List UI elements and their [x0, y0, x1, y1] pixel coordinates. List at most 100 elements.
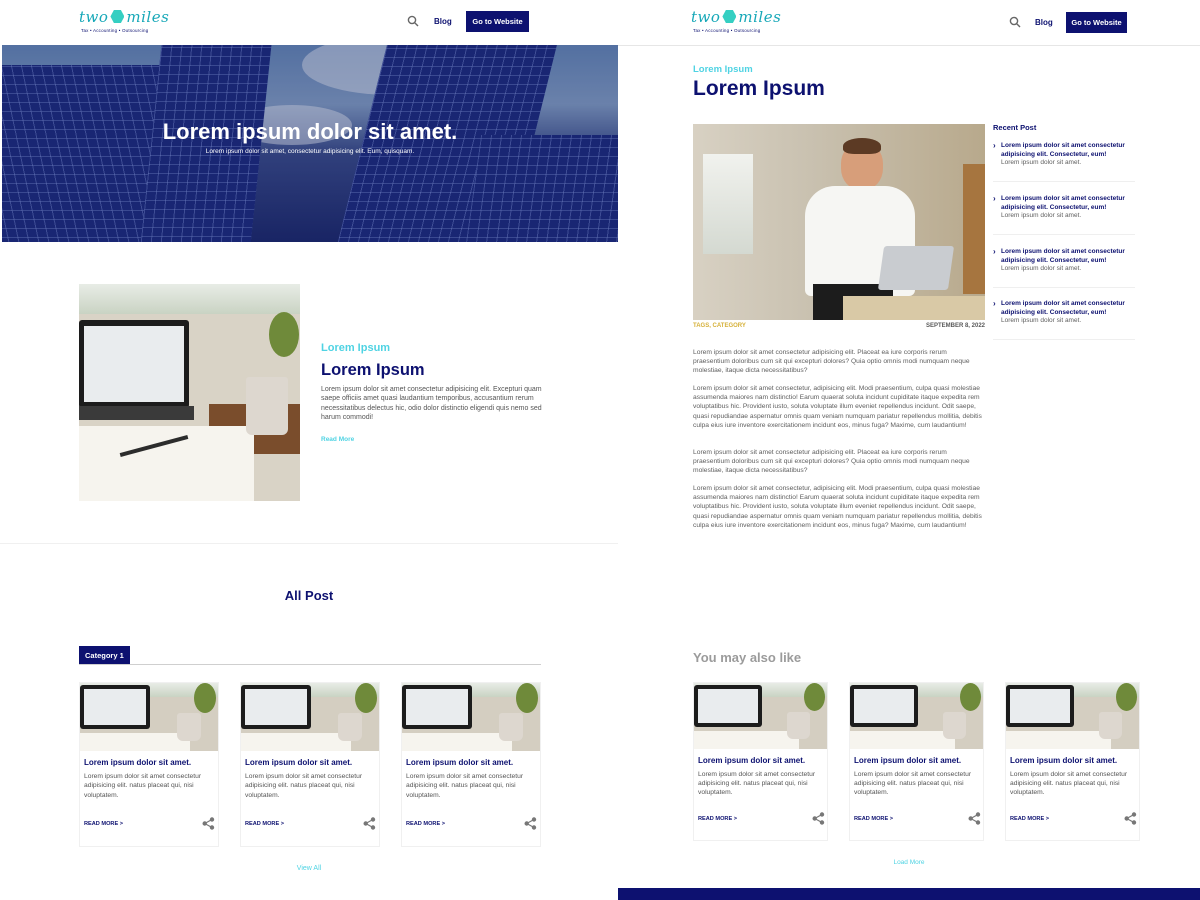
recent-post-item[interactable]: › Lorem ipsum dolor sit amet consectetur… — [993, 299, 1135, 340]
image-laptop-screen — [406, 689, 468, 725]
post-card[interactable]: Lorem ipsum dolor sit amet. Lorem ipsum … — [849, 682, 984, 841]
image-laptop-screen — [1010, 689, 1070, 723]
logo[interactable]: two miles Tax • Accounting • Outsourcing — [79, 8, 169, 33]
search-icon[interactable] — [1009, 16, 1021, 28]
featured-post-image[interactable] — [79, 284, 300, 501]
go-to-website-button[interactable]: Go to Website — [1066, 12, 1127, 33]
hero-banner: Lorem ipsum dolor sit amet. Lorem ipsum … — [2, 45, 618, 242]
image-plant — [194, 683, 216, 713]
post-paragraph: Lorem ipsum dolor sit amet consectetur, … — [693, 485, 982, 529]
read-more-link[interactable]: READ MORE > — [1010, 816, 1049, 822]
image-plant — [804, 683, 825, 711]
recent-post-excerpt: Lorem ipsum dolor sit amet. — [1001, 317, 1082, 324]
image-mug — [787, 712, 810, 739]
post-card-title[interactable]: Lorem ipsum dolor sit amet. — [1010, 756, 1117, 765]
recent-post-item[interactable]: › Lorem ipsum dolor sit amet consectetur… — [993, 194, 1135, 235]
go-to-website-button[interactable]: Go to Website — [466, 11, 529, 32]
image-notebook — [694, 731, 799, 749]
tab-category-1[interactable]: Category 1 — [79, 646, 130, 664]
hero-title: Lorem ipsum dolor sit amet. — [162, 119, 458, 144]
blog-home-panel: two miles Tax • Accounting • Outsourcing … — [0, 0, 618, 900]
recent-post-item[interactable]: › Lorem ipsum dolor sit amet consectetur… — [993, 141, 1135, 182]
recent-post-title[interactable]: Lorem ipsum dolor sit amet consectetur a… — [1001, 194, 1135, 212]
image-notebook — [241, 733, 351, 751]
read-more-link[interactable]: READ MORE > — [698, 816, 737, 822]
post-card-image[interactable] — [402, 683, 540, 751]
post-card-excerpt: Lorem ipsum dolor sit amet consectetur a… — [698, 771, 816, 796]
post-card-title[interactable]: Lorem ipsum dolor sit amet. — [854, 756, 961, 765]
post-card-title[interactable]: Lorem ipsum dolor sit amet. — [698, 756, 805, 765]
image-notebook — [1006, 731, 1111, 749]
post-card-excerpt: Lorem ipsum dolor sit amet consectetur a… — [1010, 771, 1128, 796]
share-icon[interactable] — [363, 817, 376, 830]
image-notebook — [402, 733, 512, 751]
image-laptop — [877, 246, 955, 290]
image-mug — [246, 377, 288, 435]
post-card-image[interactable] — [80, 683, 218, 751]
post-paragraph: Lorem ipsum dolor sit amet consectetur, … — [693, 385, 982, 429]
chevron-right-icon: › — [993, 141, 996, 150]
post-card-image[interactable] — [850, 683, 983, 749]
image-mug — [943, 712, 966, 739]
featured-excerpt: Lorem ipsum dolor sit amet consectetur a… — [321, 386, 542, 421]
image-plant — [516, 683, 538, 713]
read-more-link[interactable]: READ MORE > — [406, 821, 445, 827]
post-card-title[interactable]: Lorem ipsum dolor sit amet. — [406, 758, 513, 767]
post-card-image[interactable] — [694, 683, 827, 749]
nav-blog-link[interactable]: Blog — [1035, 18, 1053, 27]
image-mug — [338, 713, 362, 741]
logo-text-left: two — [79, 8, 109, 26]
share-icon[interactable] — [202, 817, 215, 830]
post-card[interactable]: Lorem ipsum dolor sit amet. Lorem ipsum … — [240, 682, 380, 847]
post-kicker: Lorem Ipsum — [693, 64, 753, 75]
image-mug — [1099, 712, 1122, 739]
recent-post-title[interactable]: Lorem ipsum dolor sit amet consectetur a… — [1001, 299, 1135, 317]
post-card-excerpt: Lorem ipsum dolor sit amet consectetur a… — [84, 773, 202, 799]
load-more-link[interactable]: Load More — [618, 859, 1200, 866]
chevron-right-icon: › — [993, 247, 996, 256]
share-icon[interactable] — [1124, 812, 1137, 825]
share-icon[interactable] — [812, 812, 825, 825]
chevron-right-icon: › — [993, 299, 996, 308]
view-all-link[interactable]: View All — [0, 865, 618, 872]
recent-post-item[interactable]: › Lorem ipsum dolor sit amet consectetur… — [993, 247, 1135, 288]
recent-post-excerpt: Lorem ipsum dolor sit amet. — [1001, 159, 1082, 166]
read-more-link[interactable]: READ MORE > — [854, 816, 893, 822]
recent-post-title[interactable]: Lorem ipsum dolor sit amet consectetur a… — [1001, 141, 1135, 159]
featured-title[interactable]: Lorem Ipsum — [321, 361, 425, 380]
logo[interactable]: two miles Tax • Accounting • Outsourcing — [691, 8, 781, 33]
image-person-hair — [843, 138, 881, 154]
hero-subtitle: Lorem ipsum dolor sit amet, consectetur … — [205, 148, 415, 155]
post-card[interactable]: Lorem ipsum dolor sit amet. Lorem ipsum … — [401, 682, 541, 847]
search-icon[interactable] — [407, 15, 419, 27]
post-card-title[interactable]: Lorem ipsum dolor sit amet. — [84, 758, 191, 767]
post-card[interactable]: Lorem ipsum dolor sit amet. Lorem ipsum … — [1005, 682, 1140, 841]
image-plant — [960, 683, 981, 711]
read-more-link[interactable]: READ MORE > — [84, 821, 123, 827]
image-plant — [269, 312, 299, 357]
navbar: two miles Tax • Accounting • Outsourcing … — [0, 0, 618, 45]
image-laptop-screen — [698, 689, 758, 723]
nav-blog-link[interactable]: Blog — [434, 17, 452, 26]
post-card[interactable]: Lorem ipsum dolor sit amet. Lorem ipsum … — [693, 682, 828, 841]
post-card-image[interactable] — [241, 683, 379, 751]
recent-post-title[interactable]: Lorem ipsum dolor sit amet consectetur a… — [1001, 247, 1135, 265]
share-icon[interactable] — [968, 812, 981, 825]
logo-tagline: Tax • Accounting • Outsourcing — [81, 28, 149, 33]
image-mug — [177, 713, 201, 741]
image-laptop-base — [79, 406, 194, 420]
share-icon[interactable] — [524, 817, 537, 830]
featured-read-more-link[interactable]: Read More — [321, 436, 354, 443]
recent-post-excerpt: Lorem ipsum dolor sit amet. — [1001, 212, 1082, 219]
image-notebook — [79, 426, 254, 501]
featured-kicker: Lorem Ipsum — [321, 342, 391, 354]
post-card-image[interactable] — [1006, 683, 1139, 749]
image-mug — [499, 713, 523, 741]
post-card[interactable]: Lorem ipsum dolor sit amet. Lorem ipsum … — [79, 682, 219, 847]
image-window — [79, 284, 300, 314]
footer-bar — [618, 888, 1200, 900]
post-card-title[interactable]: Lorem ipsum dolor sit amet. — [245, 758, 352, 767]
read-more-link[interactable]: READ MORE > — [245, 821, 284, 827]
post-title: Lorem Ipsum — [693, 77, 825, 100]
image-shelf — [963, 164, 985, 294]
